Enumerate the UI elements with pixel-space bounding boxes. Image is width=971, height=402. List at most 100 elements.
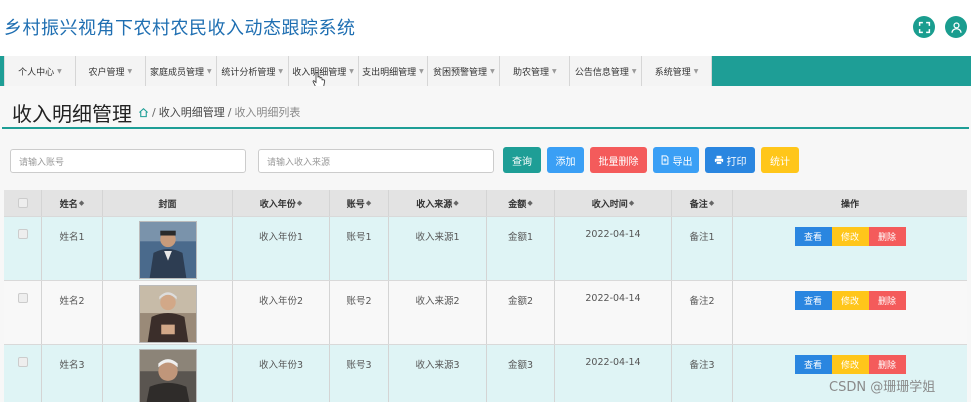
nav-item-personal-center[interactable]: 个人中心 ▼	[5, 56, 76, 86]
cell-account: 账号2	[330, 281, 389, 344]
chevron-down-icon: ▼	[349, 67, 354, 75]
sort-icon: ◆	[708, 199, 715, 207]
chevron-down-icon: ▼	[631, 67, 637, 75]
nav-item-family[interactable]: 家庭成员管理 ▼	[146, 56, 217, 86]
table-header-row: 姓名 ◆ 封面 收入年份 ◆ 账号 ◆ 收入来源 ◆ 金额 ◆ 收入时间 ◆ 备注 ◆ 操作	[4, 190, 967, 216]
edit-button[interactable]: 修改	[831, 227, 869, 246]
cover-image[interactable]	[138, 349, 197, 402]
select-all-checkbox[interactable]	[17, 198, 28, 208]
fullscreen-icon[interactable]	[913, 16, 935, 38]
chevron-down-icon: ▼	[490, 67, 495, 75]
cell-note: 备注2	[672, 281, 733, 344]
delete-button[interactable]: 删除	[868, 291, 906, 310]
nav-item-farm-aid[interactable]: 助农管理 ▼	[500, 56, 571, 86]
query-button[interactable]: 查询	[503, 147, 541, 173]
delete-button[interactable]: 删除	[868, 227, 906, 246]
table-row: 姓名3 收入年份3 账号3 收入来源3 金额3 2022-04-14 备注3 查…	[4, 344, 967, 402]
account-search-input[interactable]: 请输入账号	[10, 149, 246, 173]
app-title: 乡村振兴视角下农村农民收入动态跟踪系统	[4, 18, 356, 39]
row-checkbox[interactable]	[17, 229, 28, 239]
breadcrumb-sub: 收入明细列表	[234, 106, 301, 119]
header-name[interactable]: 姓名 ◆	[42, 190, 103, 216]
cell-name: 姓名1	[42, 217, 103, 280]
chevron-down-icon: ▼	[419, 67, 424, 75]
select-all-cell	[4, 190, 42, 216]
edit-button[interactable]: 修改	[831, 355, 869, 374]
table-row: 姓名2 收入年份2 账号2 收入来源2 金额2 2022-04-14 备注2 查…	[4, 280, 967, 344]
view-button[interactable]: 查看	[794, 227, 832, 246]
cell-amount: 金额1	[487, 217, 555, 280]
nav-item-statistics[interactable]: 统计分析管理 ▼	[217, 56, 289, 86]
sort-icon: ◆	[628, 199, 635, 207]
nav-bar: 个人中心 ▼ 农户管理 ▼ 家庭成员管理 ▼ 统计分析管理 ▼ 收入明细管理 ▼ 支出明细…	[0, 56, 971, 86]
chevron-down-icon: ▼	[206, 67, 212, 75]
cover-image[interactable]	[138, 221, 197, 279]
cell-note: 备注1	[672, 217, 733, 280]
cell-time: 2022-04-14	[555, 345, 672, 402]
watermark: CSDN @珊珊学姐	[829, 380, 936, 395]
header-note[interactable]: 备注 ◆	[672, 190, 733, 216]
batch-delete-button[interactable]: 批量删除	[590, 147, 647, 173]
app-header: 乡村振兴视角下农村农民收入动态跟踪系统	[0, 0, 971, 56]
edit-button[interactable]: 修改	[831, 291, 869, 310]
printer-icon	[714, 155, 723, 165]
header-amount[interactable]: 金额 ◆	[487, 190, 555, 216]
stats-button[interactable]: 统计	[761, 147, 799, 173]
cell-account: 账号1	[330, 217, 389, 280]
chevron-down-icon: ▼	[57, 67, 62, 75]
cell-time: 2022-04-14	[555, 217, 672, 280]
sort-icon: ◆	[453, 199, 459, 207]
header-source[interactable]: 收入来源 ◆	[389, 190, 487, 216]
page-title: 收入明细管理	[12, 102, 132, 126]
cell-source: 收入来源3	[389, 345, 487, 402]
income-source-search-input[interactable]: 请输入收入来源	[258, 149, 494, 173]
breadcrumb-current[interactable]: 收入明细管理	[159, 104, 225, 120]
user-icon[interactable]	[945, 16, 967, 38]
page-heading: 收入明细管理 / 收入明细管理 / 收入明细列表	[0, 90, 971, 130]
cell-year: 收入年份1	[233, 217, 330, 280]
cell-year: 收入年份2	[233, 281, 330, 344]
chevron-down-icon: ▼	[693, 67, 699, 75]
cell-actions: 查看 修改 删除	[733, 281, 967, 344]
chevron-down-icon: ▼	[127, 67, 133, 75]
header-account[interactable]: 账号 ◆	[330, 190, 389, 216]
header-cover: 封面	[103, 190, 233, 216]
sort-icon: ◆	[527, 199, 533, 207]
print-button[interactable]: 打印	[705, 147, 755, 173]
nav-item-expense[interactable]: 支出明细管理 ▼	[359, 56, 429, 86]
chevron-down-icon: ▼	[278, 67, 283, 75]
cell-note: 备注3	[672, 345, 733, 402]
cell-source: 收入来源1	[389, 217, 487, 280]
header-time[interactable]: 收入时间 ◆	[555, 190, 672, 216]
export-button[interactable]: 导出	[653, 147, 699, 173]
nav-item-farmer[interactable]: 农户管理 ▼	[76, 56, 146, 86]
cell-amount: 金额3	[487, 345, 555, 402]
cell-name: 姓名2	[42, 281, 103, 344]
header-year[interactable]: 收入年份 ◆	[233, 190, 330, 216]
cell-name: 姓名3	[42, 345, 103, 402]
income-table: 姓名 ◆ 封面 收入年份 ◆ 账号 ◆ 收入来源 ◆ 金额 ◆ 收入时间 ◆ 备注 ◆ 操作 …	[4, 190, 967, 402]
cell-time: 2022-04-14	[555, 281, 672, 344]
export-icon	[661, 155, 668, 165]
nav-item-system[interactable]: 系统管理 ▼	[642, 56, 713, 86]
heading-divider	[2, 127, 969, 129]
home-icon[interactable]	[138, 107, 149, 118]
chevron-down-icon: ▼	[551, 67, 557, 75]
nav-item-notice[interactable]: 公告信息管理 ▼	[570, 56, 643, 86]
delete-button[interactable]: 删除	[868, 355, 906, 374]
add-button[interactable]: 添加	[547, 147, 584, 173]
nav-item-poverty-alert[interactable]: 贫困预警管理 ▼	[428, 56, 501, 86]
sort-icon: ◆	[78, 199, 85, 207]
cell-actions: 查看 修改 删除	[733, 217, 967, 280]
cell-year: 收入年份3	[233, 345, 330, 402]
cover-image[interactable]	[138, 285, 197, 343]
nav-menu: 个人中心 ▼ 农户管理 ▼ 家庭成员管理 ▼ 统计分析管理 ▼ 收入明细管理 ▼ 支出明细…	[4, 56, 713, 86]
view-button[interactable]: 查看	[794, 291, 832, 310]
sort-icon: ◆	[365, 199, 372, 207]
header-action: 操作	[840, 199, 859, 210]
table-row: 姓名1 收入年份1 账号1 收入来源1 金额1 2022-04-14 备注1 查…	[4, 216, 967, 280]
row-checkbox[interactable]	[17, 357, 28, 367]
breadcrumb: / 收入明细管理 / 收入明细列表	[138, 104, 300, 120]
row-checkbox[interactable]	[17, 293, 28, 303]
view-button[interactable]: 查看	[794, 355, 832, 374]
